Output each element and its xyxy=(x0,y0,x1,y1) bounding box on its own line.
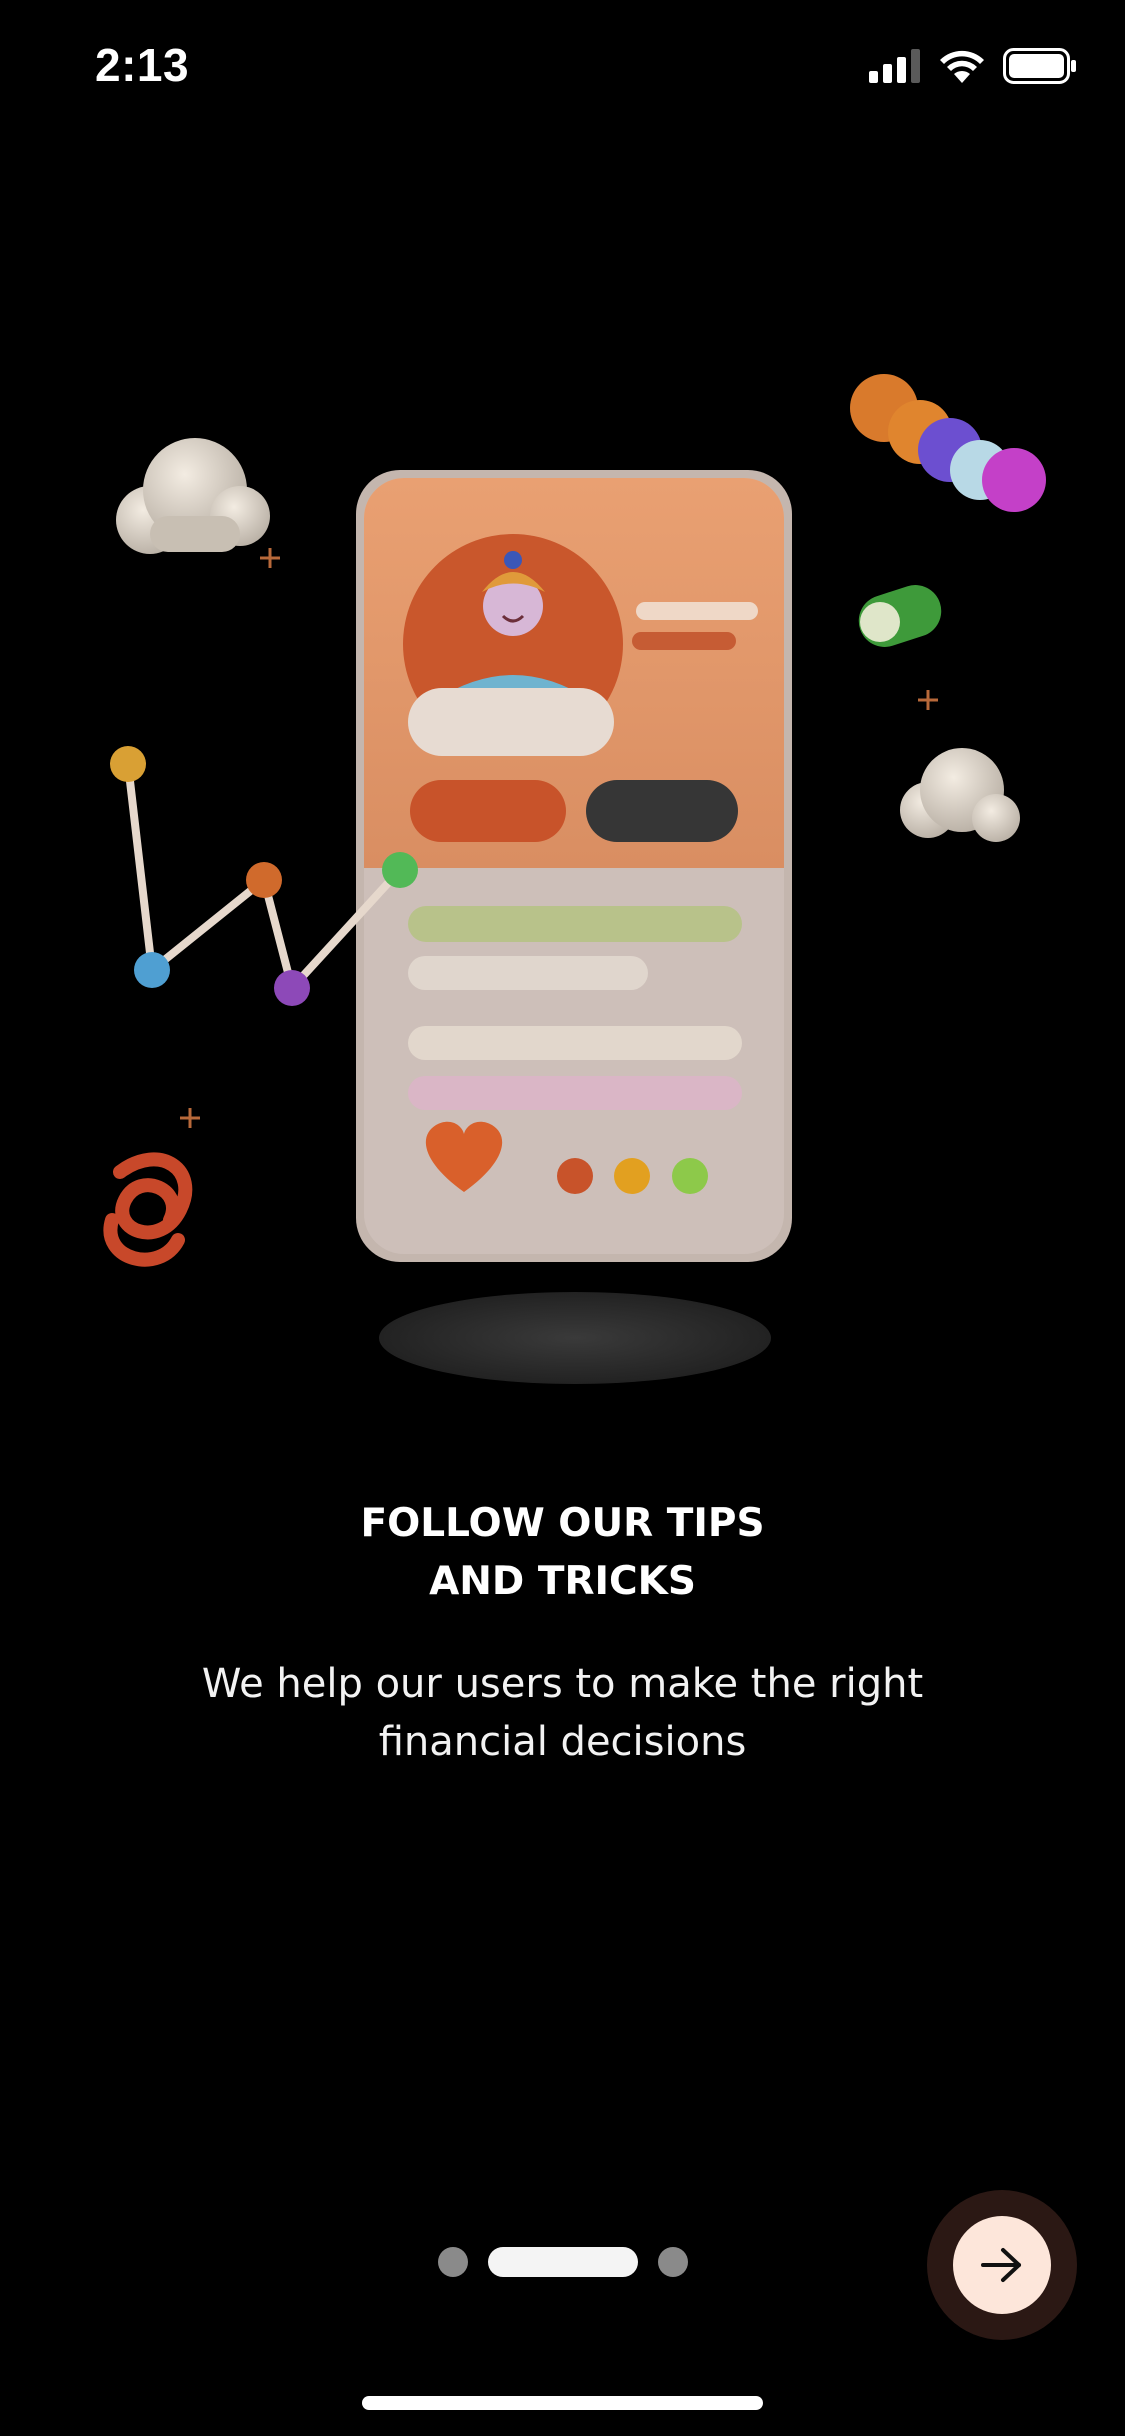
wifi-icon xyxy=(940,50,984,83)
cellular-signal-icon xyxy=(869,49,920,83)
phone-graphic xyxy=(356,470,792,1262)
onboarding-text: FOLLOW OUR TIPS AND TRICKS We help our u… xyxy=(0,1495,1125,1771)
pill-graphic xyxy=(858,585,942,647)
spiral-graphic xyxy=(103,1152,193,1267)
cloud-left-graphic xyxy=(116,438,270,554)
page-dot-3[interactable] xyxy=(657,2247,688,2277)
onboarding-title: FOLLOW OUR TIPS AND TRICKS xyxy=(360,1501,765,1604)
phone-shadow xyxy=(379,1292,771,1384)
cloud-right-graphic xyxy=(900,748,1020,842)
status-bar: 2:13 xyxy=(0,0,1125,140)
home-indicator[interactable] xyxy=(362,2396,763,2410)
phone-finance-illustration xyxy=(0,320,1125,1440)
arrow-right-icon xyxy=(981,2248,1021,2282)
next-button-inner[interactable] xyxy=(953,2216,1051,2314)
page-dot-1[interactable] xyxy=(437,2247,468,2277)
next-button[interactable] xyxy=(927,2190,1077,2340)
status-time: 2:13 xyxy=(95,39,190,91)
onboarding-subtitle: We help our users to make the right fina… xyxy=(201,1661,924,1765)
beads-graphic xyxy=(850,374,1046,512)
status-icons xyxy=(869,48,1077,84)
page-dot-2-active[interactable] xyxy=(487,2247,638,2277)
battery-icon xyxy=(1003,48,1076,84)
